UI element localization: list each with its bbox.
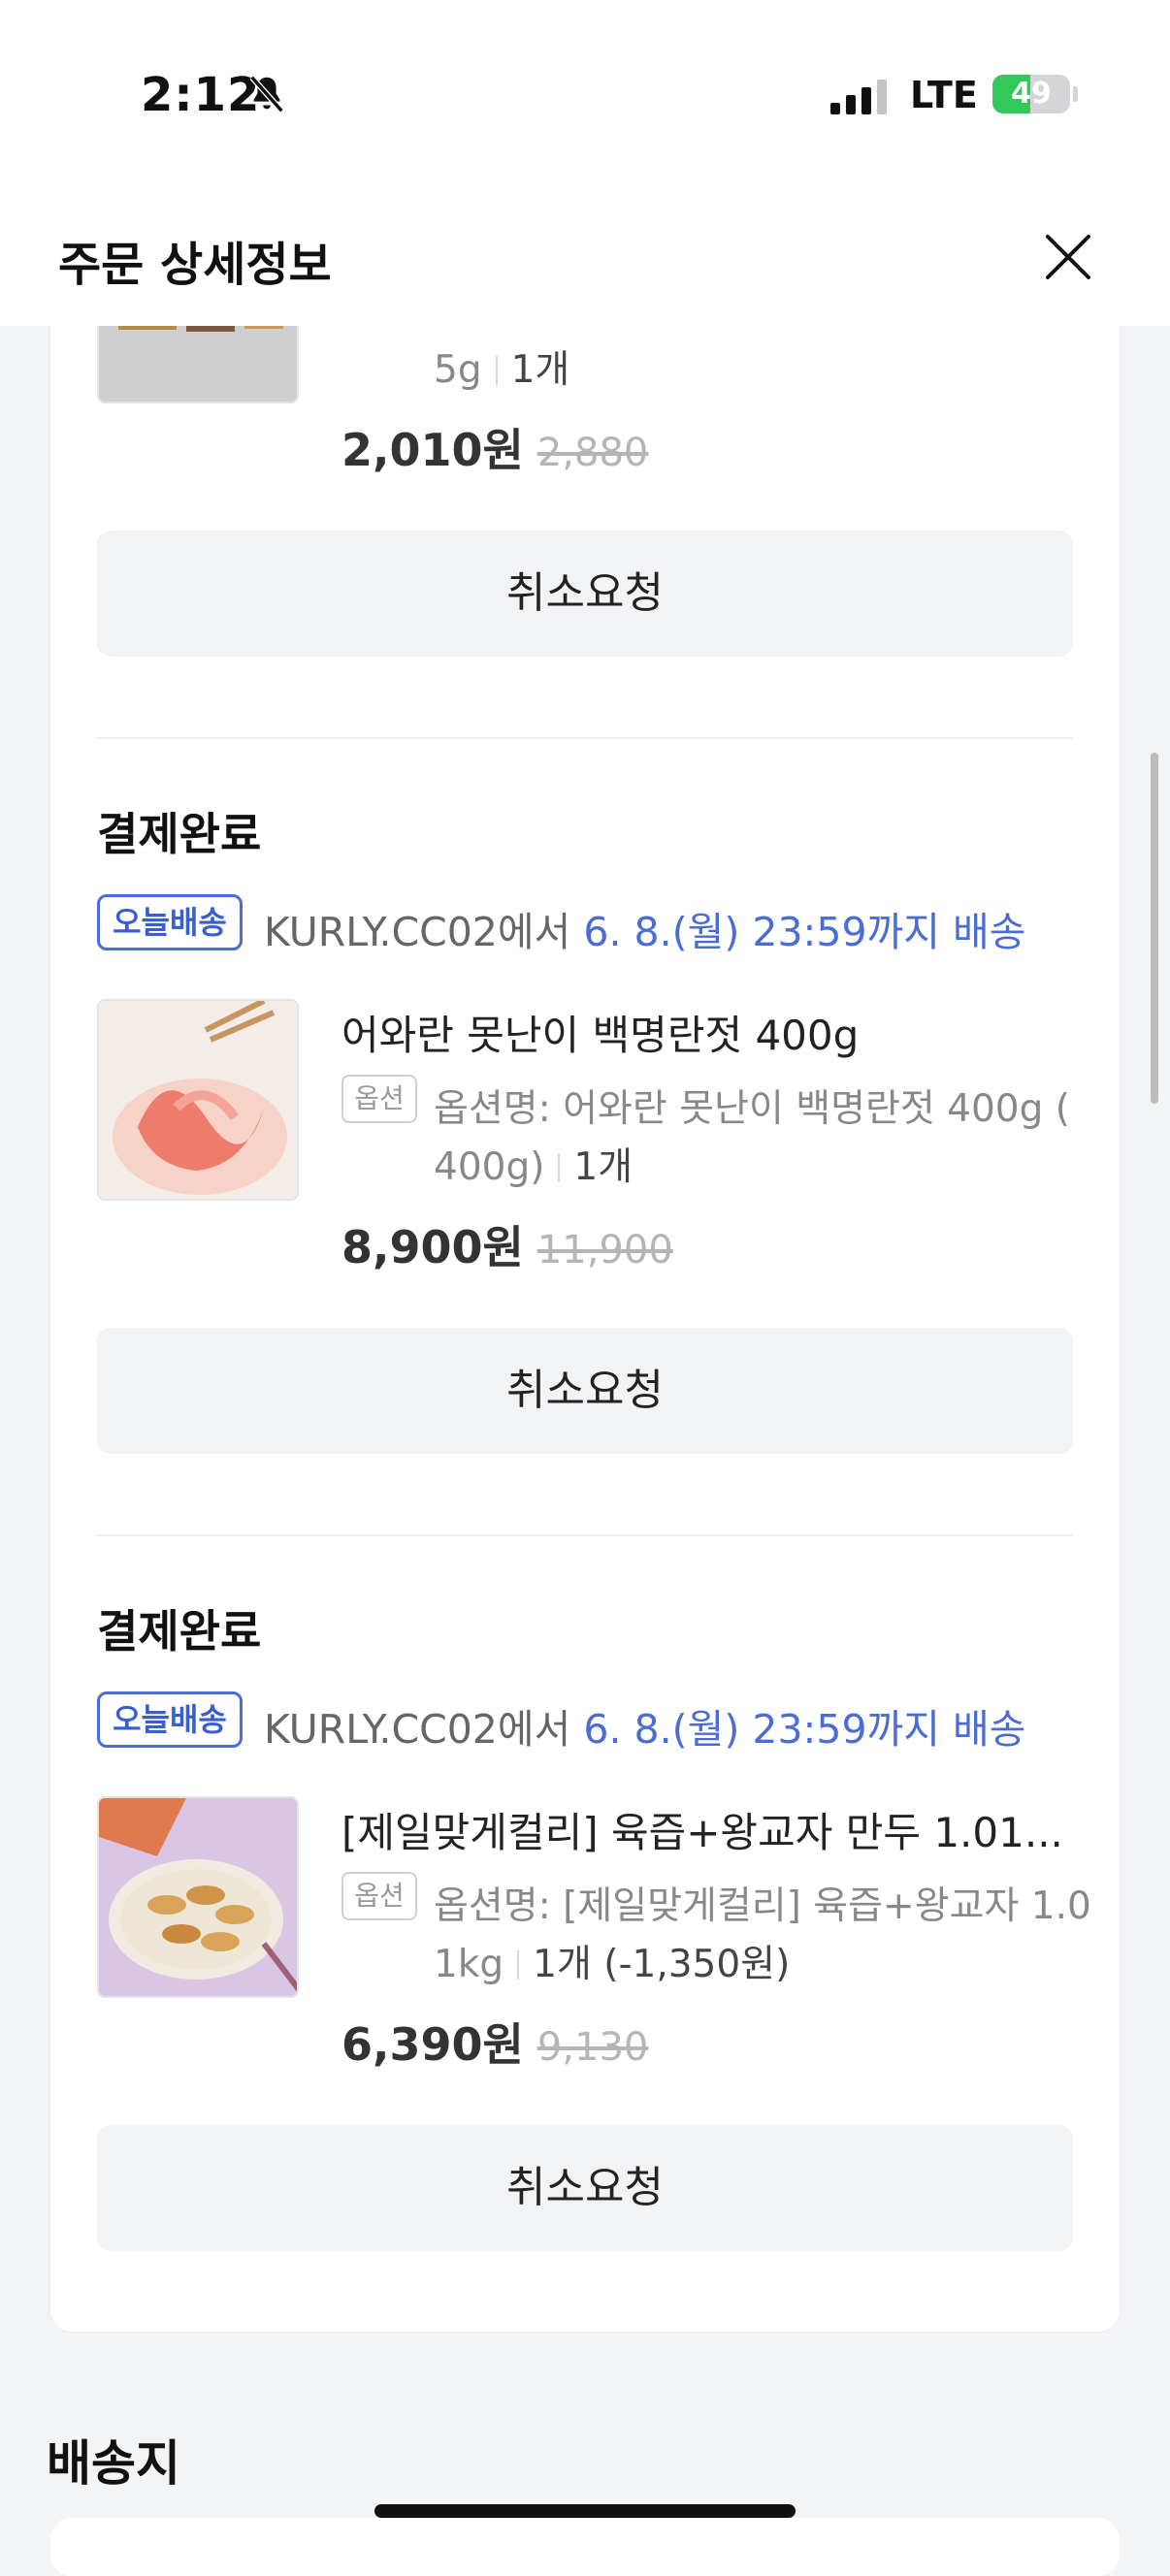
network-label: LTE [910,74,978,116]
option-badge: 옵션 [341,1075,417,1123]
quantity: 1개 [510,348,570,392]
original-price: 2,880 [536,431,649,475]
battery-percent: 49 [1011,77,1052,111]
option-badge: 옵션 [341,1872,417,1920]
option-line: 1kg 1개 (-1,350원) [434,1934,790,1988]
sale-price: 6,390원 [341,2018,524,2071]
option-text: 400g) [434,1145,545,1189]
option-line: 옵션명: 어와란 못난이 백명란젓 400g ( [434,1087,1070,1131]
address-card [50,2518,1120,2576]
delivery-badge: 오늘배송 [97,1691,243,1748]
order-status: 결제완료 [97,808,262,860]
sale-price: 8,900원 [341,1221,524,1273]
delivery-due: 6. 8.(월) 23:59까지 배송 [583,1706,1026,1753]
price: 6,390원 9,130 [341,2010,648,2074]
battery-icon: 49 [992,75,1070,113]
cancel-request-button[interactable]: 취소요청 [97,2125,1073,2251]
separator [517,1950,520,1980]
delivery-badge: 오늘배송 [97,894,243,950]
price: 2,010원 2,880 [341,415,648,479]
original-price: 9,130 [536,2025,649,2070]
delivery-due: 6. 8.(월) 23:59까지 배송 [583,909,1026,955]
cancel-request-button[interactable]: 취소요청 [97,1328,1073,1454]
option-line: 옵션명: [제일맞게컬리] 육즙+왕교자 1.0 [434,1884,1091,1928]
option-text: 1kg [434,1943,504,1986]
divider [97,1534,1073,1536]
quantity: 1개 (-1,350원) [533,1943,791,1986]
scrollbar[interactable] [1151,753,1158,1104]
product-image[interactable] [97,1796,299,1998]
signal-icon [830,80,887,114]
delivery-info: KURLY.CC02에서 6. 8.(월) 23:59까지 배송 [264,1696,1025,1755]
option-text: 5g [434,348,482,392]
option-line: 5g 1개 [434,339,569,394]
page-header: 주문 상세정보 [0,194,1170,326]
page-title: 주문 상세정보 [58,238,332,292]
battery-cap [1073,86,1078,102]
bell-slash-icon [249,75,284,113]
cancel-request-button[interactable]: 취소요청 [97,531,1073,657]
quantity: 1개 [573,1145,634,1189]
delivery-from: KURLY.CC02에서 [264,1706,584,1753]
price: 8,900원 11,900 [341,1212,673,1276]
address-section-title: 배송지 [47,2435,180,2492]
divider [97,737,1073,739]
separator [558,1153,561,1182]
separator [495,356,498,385]
status-time: 2:12 [141,68,261,122]
order-status: 결제완료 [97,1605,262,1658]
home-indicator[interactable] [374,2504,796,2518]
order-items-card: 5g 1개 2,010원 2,880 취소요청 결제완료 오늘배송 KURLY.CC… [50,202,1120,2332]
close-button[interactable] [1034,223,1102,291]
product-name[interactable]: 어와란 못난이 백명란젓 400g [341,1003,1079,1062]
option-line: 400g) 1개 [434,1137,633,1191]
status-bar: 2:12 LTE 49 [0,0,1170,194]
product-image[interactable] [97,999,299,1201]
product-name[interactable]: [제일맞게컬리] 육즙+왕교자 만두 1.01... [341,1800,1079,1859]
original-price: 11,900 [536,1228,673,1272]
delivery-info: KURLY.CC02에서 6. 8.(월) 23:59까지 배송 [264,899,1025,957]
delivery-from: KURLY.CC02에서 [264,909,584,955]
sale-price: 2,010원 [341,424,524,476]
